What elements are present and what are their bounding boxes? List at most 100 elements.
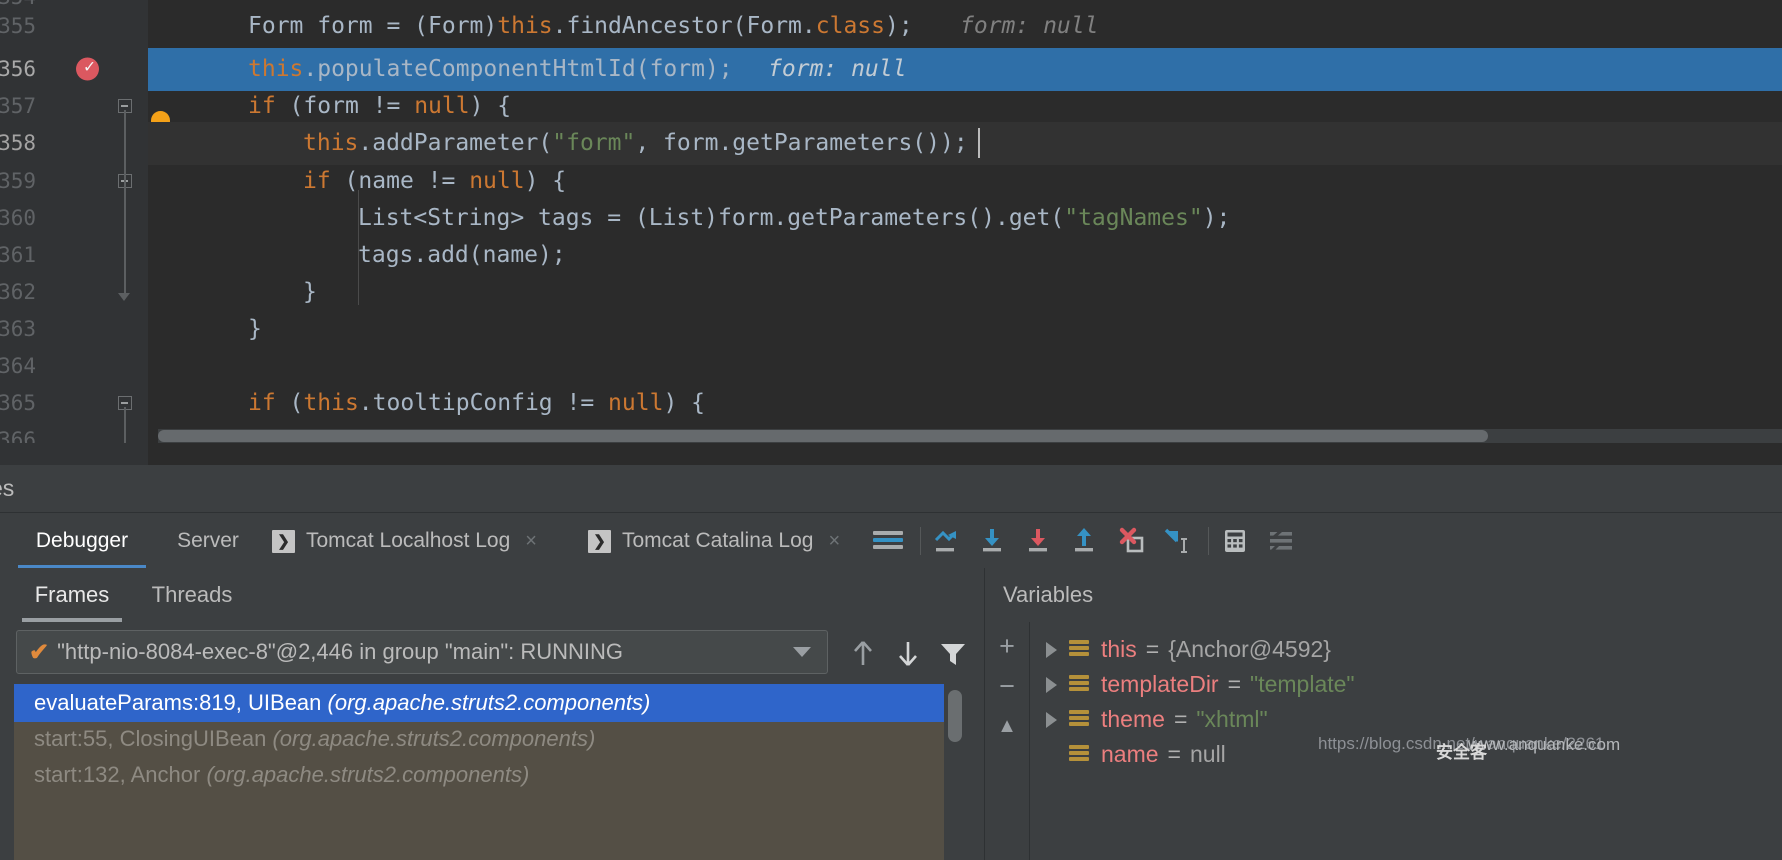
tab-label: Debugger	[36, 529, 128, 553]
gutter-row: 358	[0, 122, 148, 165]
variable-row[interactable]: templateDir = "template"	[1030, 667, 1782, 702]
thread-selector-label: "http-nio-8084-exec-8"@2,446 in group "m…	[57, 639, 793, 665]
tab-label: Server	[177, 529, 239, 553]
chevron-right-icon[interactable]	[1046, 642, 1057, 658]
frames-vertical-scrollbar[interactable]	[944, 684, 964, 860]
field-icon	[1069, 674, 1089, 696]
code-line-caret[interactable]: this.addParameter("form", form.getParame…	[148, 122, 1782, 165]
variable-value: {Anchor@4592}	[1168, 636, 1331, 663]
line-number: 360	[0, 206, 36, 230]
code-editor[interactable]: 354 355 356 ✓ 357 358 359 360	[0, 0, 1782, 465]
variable-name: templateDir	[1101, 671, 1219, 698]
tab-debugger[interactable]: Debugger	[18, 513, 146, 569]
code-line-text: this.addParameter("form", form.getParame…	[303, 122, 968, 165]
tab-tomcat-catalina-log[interactable]: ❯ Tomcat Catalina Log ×	[588, 513, 840, 569]
show-execution-point-icon[interactable]	[873, 526, 903, 556]
variables-pane: Variables + − ▲ this = {Anchor@4592} tem…	[985, 568, 1782, 860]
run-icon: ❯	[272, 530, 295, 553]
drop-frame-icon[interactable]	[1116, 526, 1146, 556]
field-icon	[1069, 709, 1089, 731]
code-text-area[interactable]: Form form = (Form)this.findAncestor(Form…	[148, 0, 1782, 465]
variable-equals: =	[1228, 671, 1241, 698]
toolbar-separator	[1208, 527, 1209, 555]
variable-value: "xhtml"	[1196, 706, 1267, 733]
subtab-label: Threads	[152, 582, 233, 607]
step-out-icon[interactable]	[1070, 526, 1100, 556]
add-watch-button[interactable]: +	[991, 630, 1023, 662]
subtab-frames[interactable]: Frames	[22, 568, 122, 622]
tab-tomcat-localhost-log[interactable]: ❯ Tomcat Localhost Log ×	[272, 513, 537, 569]
variable-row[interactable]: theme = "xhtml"	[1030, 702, 1782, 737]
close-icon[interactable]: ×	[828, 530, 840, 553]
frames-up-button[interactable]	[846, 636, 880, 670]
evaluate-expression-icon[interactable]	[1220, 526, 1250, 556]
line-number: 357	[0, 94, 36, 118]
toolbar-separator	[920, 527, 921, 555]
variable-equals: =	[1146, 636, 1159, 663]
chevron-right-icon[interactable]	[1046, 677, 1057, 693]
step-into-icon[interactable]	[978, 526, 1008, 556]
remove-watch-button[interactable]: −	[991, 670, 1023, 702]
scrollbar-thumb[interactable]	[158, 430, 1488, 442]
editor-gutter[interactable]: 354 355 356 ✓ 357 358 359 360	[0, 0, 148, 465]
thread-selector-dropdown[interactable]: ✔ "http-nio-8084-exec-8"@2,446 in group …	[16, 630, 828, 674]
editor-horizontal-scrollbar[interactable]	[158, 429, 1782, 443]
line-number: 355	[0, 14, 36, 38]
frames-filter-button[interactable]	[936, 636, 970, 670]
frame-package: (org.apache.struts2.components)	[272, 726, 595, 751]
line-number: 363	[0, 317, 36, 341]
step-over-icon[interactable]	[932, 526, 962, 556]
tool-window-title: es	[0, 465, 1782, 512]
run-to-cursor-icon[interactable]	[1162, 526, 1192, 556]
variables-tree[interactable]: this = {Anchor@4592} templateDir = "temp…	[1029, 622, 1782, 860]
variable-equals: =	[1174, 706, 1187, 733]
frames-subtab-bar: Frames Threads	[0, 568, 984, 622]
subtab-threads[interactable]: Threads	[142, 568, 242, 622]
line-number: 359	[0, 169, 36, 193]
debug-tool-window: es Debugger Server ❯ Tomcat Localhost Lo…	[0, 465, 1782, 860]
frame-package: (org.apache.struts2.components)	[328, 690, 651, 715]
variables-toolbar: + − ▲	[985, 622, 1029, 860]
frame-list-item[interactable]: start:55, ClosingUIBean (org.apache.stru…	[14, 720, 964, 758]
fold-region-line	[124, 185, 126, 295]
variable-row[interactable]: name = null	[1030, 737, 1782, 772]
chevron-right-icon[interactable]	[1046, 712, 1057, 728]
debug-tab-bar: Debugger Server ❯ Tomcat Localhost Log ×…	[0, 512, 1782, 568]
move-watch-up-button[interactable]: ▲	[991, 710, 1023, 742]
variable-name: name	[1101, 741, 1159, 768]
variable-name: theme	[1101, 706, 1165, 733]
layout-settings-icon[interactable]	[1266, 526, 1296, 556]
code-line[interactable]: Form form = (Form)this.findAncestor(Form…	[148, 5, 1782, 48]
tool-window-title-text: es	[0, 465, 14, 512]
line-number: 364	[0, 354, 36, 378]
frame-method: start:55, ClosingUIBean	[34, 726, 266, 751]
variable-value: null	[1190, 741, 1226, 768]
line-number: 361	[0, 243, 36, 267]
inline-debug-hint: form: null	[960, 5, 1098, 48]
gutter-row: 355	[0, 5, 148, 48]
line-number: 362	[0, 280, 36, 304]
tab-label: Tomcat Localhost Log	[306, 529, 510, 553]
frame-method: start:132, Anchor	[34, 762, 200, 787]
scrollbar-thumb[interactable]	[948, 690, 962, 742]
breakpoint-verified-check-icon: ✓	[84, 58, 95, 76]
frame-list-item[interactable]: evaluateParams:819, UIBean (org.apache.s…	[14, 684, 964, 722]
text-caret	[978, 128, 980, 158]
tab-label: Tomcat Catalina Log	[622, 529, 813, 553]
line-number: 356	[0, 57, 36, 81]
tab-server[interactable]: Server	[158, 513, 258, 569]
force-step-into-icon[interactable]	[1024, 526, 1054, 556]
line-number: 365	[0, 391, 36, 415]
variable-name: this	[1101, 636, 1137, 663]
frames-stack-list[interactable]: evaluateParams:819, UIBean (org.apache.s…	[14, 684, 964, 860]
thread-running-check-icon: ✔	[29, 638, 49, 667]
code-line-text: Form form = (Form)this.findAncestor(Form…	[248, 5, 913, 48]
frame-list-item[interactable]: start:132, Anchor (org.apache.struts2.co…	[14, 756, 964, 794]
frames-down-button[interactable]	[891, 636, 925, 670]
frames-pane: Frames Threads ✔ "http-nio-8084-exec-8"@…	[0, 568, 985, 860]
chevron-down-icon[interactable]	[793, 647, 811, 657]
close-icon[interactable]: ×	[525, 530, 537, 553]
variable-equals: =	[1168, 741, 1181, 768]
variable-row[interactable]: this = {Anchor@4592}	[1030, 632, 1782, 667]
subtab-label: Frames	[35, 582, 110, 607]
